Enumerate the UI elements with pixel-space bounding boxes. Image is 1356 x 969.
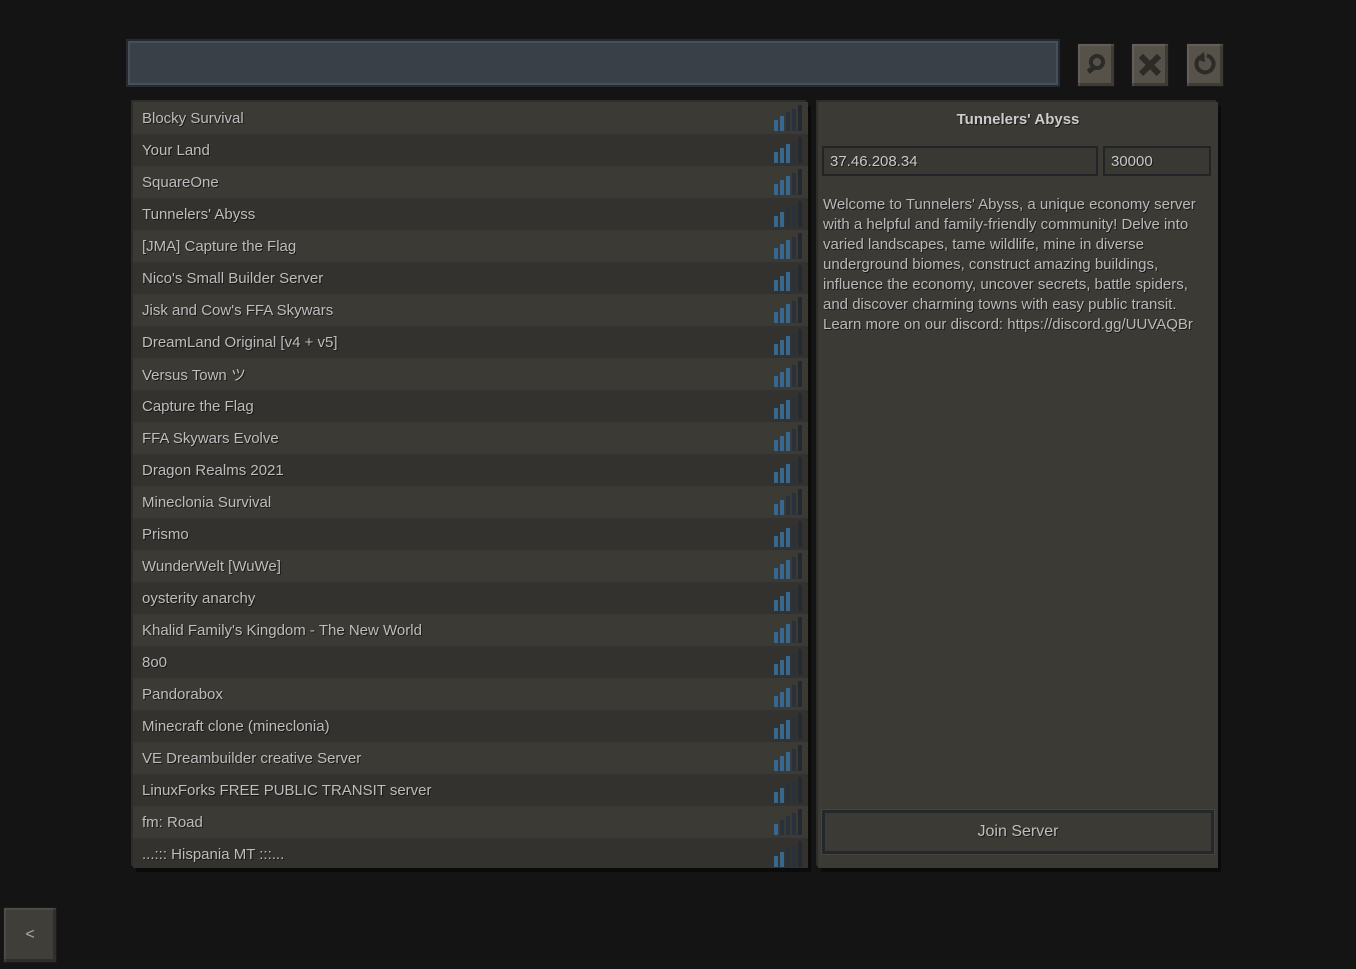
search-icon (1083, 52, 1109, 78)
server-name: Jisk and Cow's FFA Skywars (142, 302, 333, 319)
search-button[interactable] (1077, 43, 1115, 87)
server-name: VE Dreambuilder creative Server (142, 750, 361, 767)
server-detail-panel: Tunnelers' Abyss Welcome to Tunnelers' A… (818, 102, 1218, 868)
server-list-item[interactable]: Pandorabox (133, 678, 808, 710)
server-list-item[interactable]: Khalid Family's Kingdom - The New World (133, 614, 808, 646)
server-title: Tunnelers' Abyss (818, 111, 1218, 128)
server-name: oysterity anarchy (142, 590, 255, 607)
server-name: 8o0 (142, 654, 167, 671)
ping-icon (772, 457, 802, 483)
server-name: Dragon Realms 2021 (142, 462, 284, 479)
server-name: Mineclonia Survival (142, 494, 271, 511)
server-name: Tunnelers' Abyss (142, 206, 255, 223)
server-list-item[interactable]: Nico's Small Builder Server (133, 262, 808, 294)
server-list-item[interactable]: Versus Town ツ (133, 358, 808, 390)
ping-icon (772, 297, 802, 323)
server-name: ...::: Hispania MT :::... (142, 846, 284, 863)
address-fields (818, 146, 1218, 190)
clear-search-button[interactable] (1131, 43, 1169, 87)
server-name: Minecraft clone (mineclonia) (142, 718, 330, 735)
server-list-item[interactable]: WunderWelt [WuWe] (133, 550, 808, 582)
server-list-item[interactable]: Dragon Realms 2021 (133, 454, 808, 486)
refresh-button[interactable] (1186, 43, 1224, 87)
server-name: [JMA] Capture the Flag (142, 238, 296, 255)
ping-icon (772, 649, 802, 675)
server-list-item[interactable]: Tunnelers' Abyss (133, 198, 808, 230)
server-list-item[interactable]: FFA Skywars Evolve (133, 422, 808, 454)
server-name: Your Land (142, 142, 210, 159)
server-list-item[interactable]: Mineclonia Survival (133, 486, 808, 518)
server-name: Versus Town ツ (142, 364, 246, 385)
ping-icon (772, 841, 802, 867)
server-description: Welcome to Tunnelers' Abyss, a unique ec… (823, 195, 1210, 810)
ping-icon (772, 201, 802, 227)
ping-icon (772, 617, 802, 643)
address-field[interactable] (822, 146, 1098, 176)
server-list-item[interactable]: LinuxForks FREE PUBLIC TRANSIT server (133, 774, 808, 806)
ping-icon (772, 777, 802, 803)
ping-icon (772, 329, 802, 355)
server-name: FFA Skywars Evolve (142, 430, 279, 447)
ping-icon (772, 553, 802, 579)
server-name: DreamLand Original [v4 + v5] (142, 334, 338, 351)
server-list-item[interactable]: Prismo (133, 518, 808, 550)
server-list-item[interactable]: VE Dreambuilder creative Server (133, 742, 808, 774)
server-name: Pandorabox (142, 686, 223, 703)
server-list-item[interactable]: 8o0 (133, 646, 808, 678)
server-list-panel: Blocky Survival Your Land SquareOne Tunn… (133, 102, 808, 868)
close-icon (1137, 52, 1163, 78)
ping-icon (772, 713, 802, 739)
ping-icon (772, 265, 802, 291)
back-button[interactable]: < (3, 907, 57, 963)
server-name: Prismo (142, 526, 189, 543)
ping-icon (772, 361, 802, 387)
ping-icon (772, 489, 802, 515)
server-name: WunderWelt [WuWe] (142, 558, 281, 575)
join-server-button[interactable]: Join Server (822, 810, 1214, 854)
server-name: SquareOne (142, 174, 219, 191)
server-browser-screen: Blocky Survival Your Land SquareOne Tunn… (0, 0, 1356, 969)
ping-icon (772, 233, 802, 259)
port-field[interactable] (1103, 146, 1211, 176)
ping-icon (772, 809, 802, 835)
ping-icon (772, 585, 802, 611)
server-name: fm: Road (142, 814, 203, 831)
server-list-item[interactable]: Blocky Survival (133, 102, 808, 134)
server-name: Blocky Survival (142, 110, 244, 127)
server-name: Khalid Family's Kingdom - The New World (142, 622, 422, 639)
server-list-item[interactable]: Capture the Flag (133, 390, 808, 422)
search-input[interactable] (128, 41, 1058, 85)
server-list-item[interactable]: oysterity anarchy (133, 582, 808, 614)
ping-icon (772, 105, 802, 131)
server-list-item[interactable]: Jisk and Cow's FFA Skywars (133, 294, 808, 326)
server-list-item[interactable]: [JMA] Capture the Flag (133, 230, 808, 262)
server-name: Capture the Flag (142, 398, 254, 415)
server-list-item[interactable]: SquareOne (133, 166, 808, 198)
server-list-item[interactable]: Minecraft clone (mineclonia) (133, 710, 808, 742)
server-list: Blocky Survival Your Land SquareOne Tunn… (133, 102, 808, 868)
refresh-icon (1192, 52, 1218, 78)
server-list-item[interactable]: fm: Road (133, 806, 808, 838)
ping-icon (772, 393, 802, 419)
ping-icon (772, 137, 802, 163)
ping-icon (772, 425, 802, 451)
ping-icon (772, 169, 802, 195)
server-name: LinuxForks FREE PUBLIC TRANSIT server (142, 782, 432, 799)
ping-icon (772, 681, 802, 707)
ping-icon (772, 521, 802, 547)
server-list-item[interactable]: Your Land (133, 134, 808, 166)
server-name: Nico's Small Builder Server (142, 270, 323, 287)
server-list-item[interactable]: DreamLand Original [v4 + v5] (133, 326, 808, 358)
server-list-item[interactable]: ...::: Hispania MT :::... (133, 838, 808, 868)
ping-icon (772, 745, 802, 771)
